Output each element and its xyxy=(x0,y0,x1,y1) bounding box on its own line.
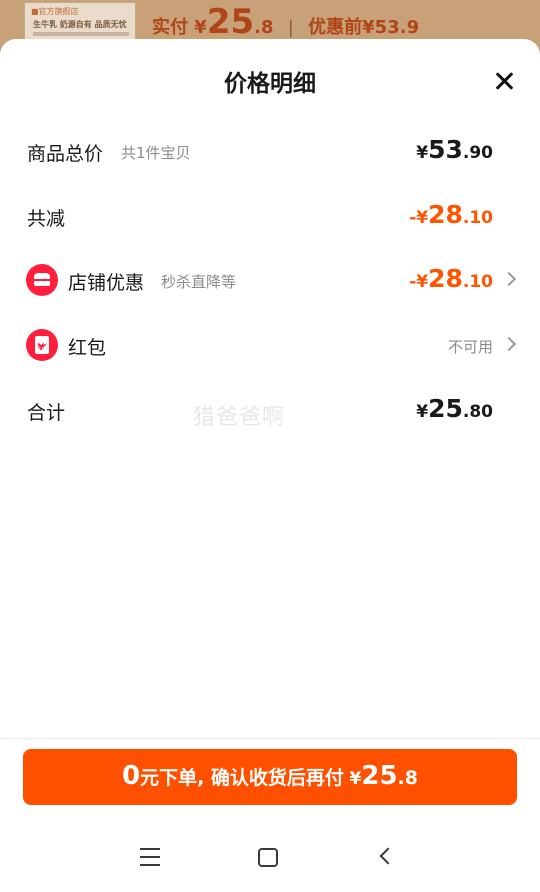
sum-int: 25 xyxy=(428,394,463,423)
bottom-divider xyxy=(0,738,540,739)
row-store-discount[interactable]: 店铺优惠 秒杀直降等 -¥28.10 xyxy=(0,260,540,300)
total-price-label: 商品总价 xyxy=(27,143,104,165)
cta-dec: .8 xyxy=(397,767,418,789)
store-discount-label: 店铺优惠 xyxy=(68,272,145,294)
store-discount-dec: .10 xyxy=(462,272,493,292)
price-separator: | xyxy=(287,17,294,38)
chevron-right-icon xyxy=(501,336,517,352)
red-packet-icon xyxy=(26,329,58,361)
cta-currency: ¥ xyxy=(349,769,362,789)
cta-text: 元下单, 确认收货后再付 xyxy=(140,767,344,789)
thumbnail-line xyxy=(33,32,129,36)
before-discount-price: ¥53.9 xyxy=(362,17,420,38)
red-packet-status: 不可用 xyxy=(447,338,493,356)
red-packet-label: 红包 xyxy=(68,337,107,359)
place-order-button[interactable]: 0元下单, 确认收货后再付 ¥25.8 xyxy=(23,749,517,805)
row-red-packet[interactable]: 红包 不可用 xyxy=(0,325,540,365)
menu-icon[interactable] xyxy=(140,848,160,866)
background-price: 实付 ¥25.8 | 优惠前¥53.9 xyxy=(152,2,419,42)
thumbnail-text: 生牛乳 奶源自有 品质无忧 xyxy=(33,20,127,29)
chevron-right-icon xyxy=(501,271,517,287)
store-discount-int: 28 xyxy=(428,264,463,293)
sum-label: 合计 xyxy=(27,402,66,424)
reduction-label: 共减 xyxy=(27,208,66,230)
sum-amount: ¥25.80 xyxy=(416,394,493,423)
row-total-price: 商品总价 共1件宝贝 ¥53.90 xyxy=(0,131,540,171)
home-icon[interactable] xyxy=(258,848,278,867)
sum-dec: .80 xyxy=(462,402,493,422)
store-glyph xyxy=(34,273,50,286)
store-discount-amount: -¥28.10 xyxy=(409,264,493,293)
row-total-reduction: 共减 -¥28.10 xyxy=(0,196,540,236)
reduction-dec: .10 xyxy=(462,208,493,228)
sheet-title: 价格明细 xyxy=(224,71,316,97)
thumbnail-tag: ■官方旗舰店 xyxy=(31,7,79,16)
system-navigation-bar xyxy=(0,822,540,892)
total-dec: .90 xyxy=(462,143,493,163)
before-discount-label: 优惠前 xyxy=(308,17,363,38)
cta-int: 25 xyxy=(361,761,398,791)
paid-int: 25 xyxy=(206,2,255,42)
paid-currency: ¥ xyxy=(194,17,207,38)
store-discount-currency: -¥ xyxy=(409,272,429,292)
item-count: 共1件宝贝 xyxy=(121,144,191,162)
reduction-currency: -¥ xyxy=(409,208,429,228)
sum-currency: ¥ xyxy=(416,402,429,422)
paid-dec: .8 xyxy=(254,17,274,38)
watermark: 猎爸爸啊 xyxy=(193,405,286,430)
close-icon[interactable] xyxy=(488,65,522,99)
reduction-amount: -¥28.10 xyxy=(409,200,493,229)
store-discount-sub: 秒杀直降等 xyxy=(161,273,237,291)
total-int: 53 xyxy=(428,135,463,164)
cta-zero: 0 xyxy=(122,761,141,791)
total-price-amount: ¥53.90 xyxy=(416,135,493,164)
red-packet-glyph xyxy=(35,336,49,354)
back-icon[interactable] xyxy=(379,847,397,865)
paid-label: 实付 xyxy=(152,17,188,38)
cta-content: 0元下单, 确认收货后再付 ¥25.8 xyxy=(122,761,418,791)
store-icon xyxy=(26,264,58,296)
total-currency: ¥ xyxy=(416,143,429,163)
reduction-int: 28 xyxy=(428,200,463,229)
